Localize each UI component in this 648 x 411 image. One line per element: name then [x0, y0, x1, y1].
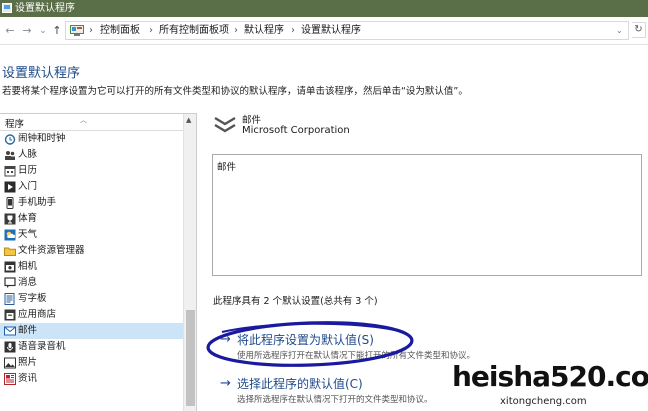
app-description-box: 邮件 [212, 154, 642, 276]
scroll-up-icon[interactable]: ▲ [186, 116, 191, 124]
app-description-text: 邮件 [217, 162, 237, 173]
watermark-main-text: heisha520.com [452, 360, 648, 393]
program-list-header[interactable]: 程序 ︿ [0, 114, 183, 131]
choose-defaults-subtitle: 选择所选程序在默认情况下打开的文件类型和协议。 [237, 395, 433, 405]
up-button[interactable]: ↑ [51, 24, 63, 38]
control-panel-location-icon [70, 25, 84, 36]
program-list-scrollbar[interactable]: ▲ [183, 114, 196, 411]
crumb-separator: › [89, 25, 93, 36]
camera-icon [4, 261, 16, 273]
page-title: 设置默认程序 [2, 66, 81, 81]
address-field[interactable]: › 控制面板 › 所有控制面板项 › 默认程序 › 设置默认程序 ⌄ [65, 21, 629, 40]
sort-arrow-icon: ︿ [80, 116, 87, 124]
get-started-icon [4, 181, 16, 193]
program-item-mail[interactable]: 邮件 [0, 323, 183, 339]
watermark-sub-text: xitongcheng.com [500, 396, 587, 407]
navigation-bar: ← → ⌄ ↑ › 控制面板 › 所有控制面板项 › 默认程序 › 设置默认程序… [0, 18, 648, 45]
selected-app-name: 邮件 [242, 115, 262, 126]
trophy-icon [4, 213, 16, 225]
recent-locations-button[interactable]: ⌄ [37, 24, 49, 38]
address-dropdown-icon[interactable]: ⌄ [616, 25, 623, 37]
program-item-get-started[interactable]: 入门 [0, 179, 183, 195]
microphone-icon [4, 341, 16, 353]
program-item-alarms[interactable]: 闹钟和时钟 [0, 131, 183, 147]
refresh-button[interactable]: ↻ [632, 22, 646, 38]
program-item-messaging[interactable]: 消息 [0, 275, 183, 291]
folder-icon [4, 247, 16, 256]
program-item-photos[interactable]: 照片 [0, 355, 183, 371]
mail-app-icon [214, 116, 236, 133]
program-item-wordpad[interactable]: 写字板 [0, 291, 183, 307]
news-icon [4, 373, 16, 385]
crumb-default-programs[interactable]: 默认程序 [244, 25, 284, 37]
crumb-separator: › [291, 25, 295, 36]
program-item-news[interactable]: 资讯 [0, 371, 183, 387]
control-panel-icon [2, 3, 12, 13]
program-item-voice-recorder[interactable]: 语音录音机 [0, 339, 183, 355]
program-item-phone-companion[interactable]: 手机助手 [0, 195, 183, 211]
phone-icon [6, 197, 14, 209]
program-item-weather[interactable]: 天气 [0, 227, 183, 243]
annotation-circle [206, 321, 414, 367]
forward-button[interactable]: → [21, 24, 33, 38]
crumb-control-panel[interactable]: 控制面板 [100, 25, 140, 37]
crumb-separator: › [234, 25, 238, 36]
program-item-file-explorer[interactable]: 文件资源管理器 [0, 243, 183, 259]
selected-app-publisher: Microsoft Corporation [242, 125, 350, 136]
alarm-clock-icon [4, 134, 16, 145]
program-item-sports[interactable]: 体育 [0, 211, 183, 227]
wordpad-icon [4, 293, 15, 305]
arrow-right-icon: → [220, 376, 231, 391]
calendar-icon [4, 166, 16, 177]
message-icon [4, 277, 16, 288]
program-column-label: 程序 [5, 119, 25, 130]
page-description: 若要将某个程序设置为它可以打开的所有文件类型和协议的默认程序，请单击该程序，然后… [2, 86, 468, 97]
program-item-people[interactable]: 人脉 [0, 147, 183, 163]
defaults-count: 此程序具有 2 个默认设置(总共有 3 个) [213, 296, 378, 307]
scrollbar-thumb[interactable] [186, 310, 195, 406]
crumb-separator: › [149, 25, 153, 36]
program-item-camera[interactable]: 相机 [0, 259, 183, 275]
mail-icon [4, 326, 16, 336]
photo-icon [4, 357, 16, 369]
site-watermark: heisha520.com xitongcheng.com [448, 358, 648, 411]
window-title: 设置默认程序 [15, 3, 75, 14]
crumb-set-default-programs[interactable]: 设置默认程序 [301, 25, 361, 37]
choose-defaults-title[interactable]: 选择此程序的默认值(C) [237, 377, 363, 391]
people-icon [5, 151, 15, 160]
program-list[interactable]: 程序 ︿ 闹钟和时钟 人脉 日历 入门 手机助手 体育 天气 文件资源管理器 相… [0, 113, 197, 411]
program-item-calendar[interactable]: 日历 [0, 163, 183, 179]
title-bar: 设置默认程序 [0, 0, 648, 17]
crumb-all-items[interactable]: 所有控制面板项 [159, 25, 229, 37]
weather-icon [4, 229, 16, 241]
store-icon [4, 309, 16, 321]
back-button[interactable]: ← [4, 24, 16, 38]
program-item-store[interactable]: 应用商店 [0, 307, 183, 323]
